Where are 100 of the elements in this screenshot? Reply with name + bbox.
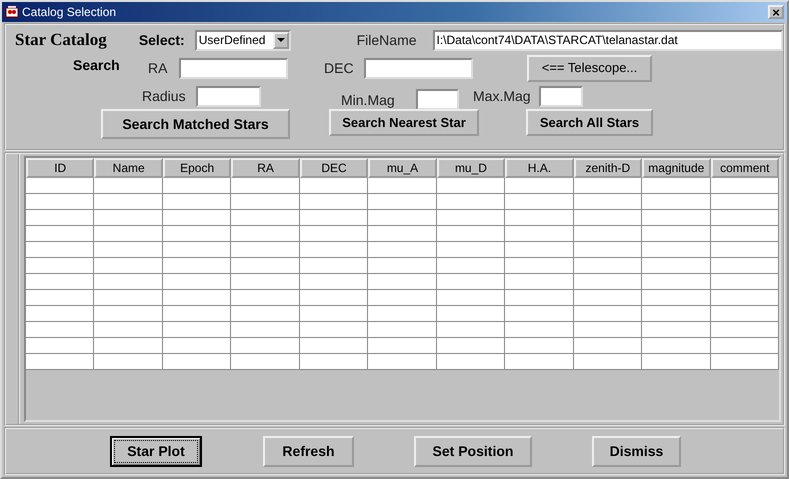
table-cell — [505, 210, 574, 226]
dec-label: DEC — [324, 58, 355, 78]
dec-field[interactable] — [364, 58, 473, 78]
column-header[interactable]: Name — [94, 158, 163, 178]
table-cell — [436, 306, 506, 322]
table-cell — [94, 210, 163, 226]
column-header[interactable]: ID — [26, 158, 94, 178]
table-cell — [26, 322, 94, 338]
app-icon — [5, 5, 19, 19]
column-header[interactable]: zenith-D — [574, 158, 642, 178]
table-cell — [368, 178, 437, 194]
ra-field[interactable] — [179, 58, 288, 78]
table-cell — [505, 258, 574, 274]
table-cell — [574, 226, 642, 242]
filename-label: FileName — [356, 30, 418, 50]
table-cell — [368, 226, 437, 242]
table-cell — [642, 338, 711, 354]
search-all-button[interactable]: Search All Stars — [526, 109, 653, 136]
table-cell — [231, 354, 300, 370]
column-header[interactable]: mu_D — [436, 158, 506, 178]
table-cell — [574, 194, 642, 210]
refresh-button[interactable]: Refresh — [263, 436, 354, 466]
table-cell — [162, 242, 232, 258]
table-cell — [368, 338, 437, 354]
table-cell — [26, 258, 94, 274]
min-mag-field[interactable] — [416, 88, 459, 110]
table-cell — [26, 306, 94, 322]
table-cell — [574, 274, 642, 290]
table-cell — [94, 354, 163, 370]
table-cell — [94, 322, 163, 338]
column-header[interactable]: magnitude — [642, 158, 711, 178]
close-button[interactable]: × — [768, 5, 784, 19]
column-header[interactable]: RA — [231, 158, 300, 178]
radius-field[interactable] — [196, 86, 261, 106]
telescope-button[interactable]: <== Telescope... — [527, 54, 652, 82]
table-cell — [710, 322, 779, 338]
table-cell — [368, 290, 437, 306]
table-cell — [231, 338, 300, 354]
table-cell — [94, 338, 163, 354]
table-cell — [94, 258, 163, 274]
set-position-button[interactable]: Set Position — [414, 436, 532, 466]
column-header[interactable]: Epoch — [162, 158, 232, 178]
table-cell — [436, 338, 506, 354]
table-cell — [300, 274, 368, 290]
table-cell — [574, 338, 642, 354]
catalog-title: Star Catalog — [15, 29, 108, 52]
dismiss-button[interactable]: Dismiss — [592, 436, 681, 466]
table-cell — [642, 210, 711, 226]
table-cell — [642, 242, 711, 258]
table-cell — [162, 354, 232, 370]
table-cell — [300, 258, 368, 274]
ra-label: RA — [148, 58, 168, 78]
table-cell — [162, 210, 232, 226]
table-cell — [162, 322, 232, 338]
table-cell — [231, 242, 300, 258]
table-cell — [231, 290, 300, 306]
table-cell — [505, 242, 574, 258]
table-cell — [26, 354, 94, 370]
table-cell — [642, 178, 711, 194]
table-cell — [94, 290, 163, 306]
table-cell — [642, 274, 711, 290]
table-cell — [710, 354, 779, 370]
table-cell — [436, 274, 506, 290]
table-cell — [505, 274, 574, 290]
table-cell — [231, 274, 300, 290]
column-header[interactable]: mu_A — [368, 158, 437, 178]
table-cell — [710, 274, 779, 290]
table-cell — [436, 226, 506, 242]
table-cell — [436, 258, 506, 274]
table-cell — [710, 242, 779, 258]
table-cell — [505, 178, 574, 194]
table-cell — [368, 322, 437, 338]
table-cell — [300, 354, 368, 370]
table-cell — [710, 290, 779, 306]
max-mag-label: Max.Mag — [473, 86, 532, 106]
table-cell — [436, 290, 506, 306]
table-cell — [162, 290, 232, 306]
search-matched-button[interactable]: Search Matched Stars — [101, 109, 290, 139]
catalog-select[interactable]: UserDefined — [194, 30, 291, 50]
table-cell — [26, 178, 94, 194]
table-cell — [300, 322, 368, 338]
table-cell — [710, 210, 779, 226]
max-mag-field[interactable] — [539, 86, 583, 106]
table-cell — [300, 178, 368, 194]
table-cell — [26, 338, 94, 354]
table-cell — [300, 242, 368, 258]
search-nearest-button[interactable]: Search Nearest Star — [329, 109, 479, 136]
table-cell — [300, 210, 368, 226]
star-plot-button[interactable]: Star Plot — [110, 436, 202, 466]
column-header[interactable]: H.A. — [505, 158, 574, 178]
table-cell — [436, 322, 506, 338]
table-cell — [574, 210, 642, 226]
filename-field[interactable]: I:\Data\cont74\DATA\STARCAT\telanastar.dat — [432, 30, 783, 50]
table-cell — [574, 258, 642, 274]
table-cell — [162, 178, 232, 194]
table-cell — [436, 178, 506, 194]
table-cell — [505, 194, 574, 210]
table-cell — [162, 274, 232, 290]
column-header[interactable]: DEC — [300, 158, 368, 178]
column-header[interactable]: comment — [710, 158, 779, 178]
